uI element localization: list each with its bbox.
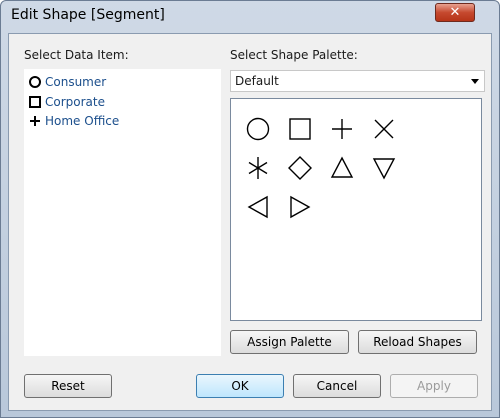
data-item-label: Corporate [45,94,105,109]
shape-palette-selected: Default [235,74,279,88]
x-shape[interactable] [371,116,397,142]
data-item-home-office[interactable]: Home Office [28,111,119,129]
title-bar[interactable]: Edit Shape [Segment] ✕ [1,1,499,35]
triangle-down-shape[interactable] [371,155,397,181]
reset-button[interactable]: Reset [24,374,112,398]
circle-icon [29,75,41,88]
diamond-shape[interactable] [287,155,313,181]
plus-icon [30,115,40,126]
select-data-item-label: Select Data Item: [24,48,129,62]
assign-palette-button[interactable]: Assign Palette [230,330,349,354]
plus-shape[interactable] [329,116,355,142]
square-icon [29,95,41,108]
asterisk-shape[interactable] [245,155,271,181]
data-item-label: Home Office [45,113,120,128]
reload-shapes-button[interactable]: Reload Shapes [358,330,477,354]
dialog-title: Edit Shape [Segment] [11,7,165,23]
circle-shape[interactable] [245,116,271,142]
square-shape[interactable] [287,116,313,142]
triangle-left-shape[interactable] [245,194,271,220]
data-item-label: Consumer [45,74,107,89]
apply-button[interactable]: Apply [390,374,478,398]
close-button[interactable]: ✕ [435,3,475,22]
shape-palette-dropdown[interactable]: Default [230,70,485,92]
ok-button[interactable]: OK [196,374,284,398]
shape-grid [230,98,482,321]
edit-shape-dialog: Edit Shape [Segment] ✕ Select Data Item:… [0,0,500,418]
dialog-body: Select Data Item: Consumer Corporate Hom… [8,33,492,411]
triangle-up-shape[interactable] [329,155,355,181]
chevron-down-icon [471,79,479,84]
triangle-right-shape[interactable] [287,194,313,220]
data-item-corporate[interactable]: Corporate [28,92,105,110]
cancel-button[interactable]: Cancel [293,374,381,398]
select-shape-palette-label: Select Shape Palette: [230,48,358,62]
data-item-consumer[interactable]: Consumer [28,72,106,90]
data-item-list: Consumer Corporate Home Office [24,69,221,356]
